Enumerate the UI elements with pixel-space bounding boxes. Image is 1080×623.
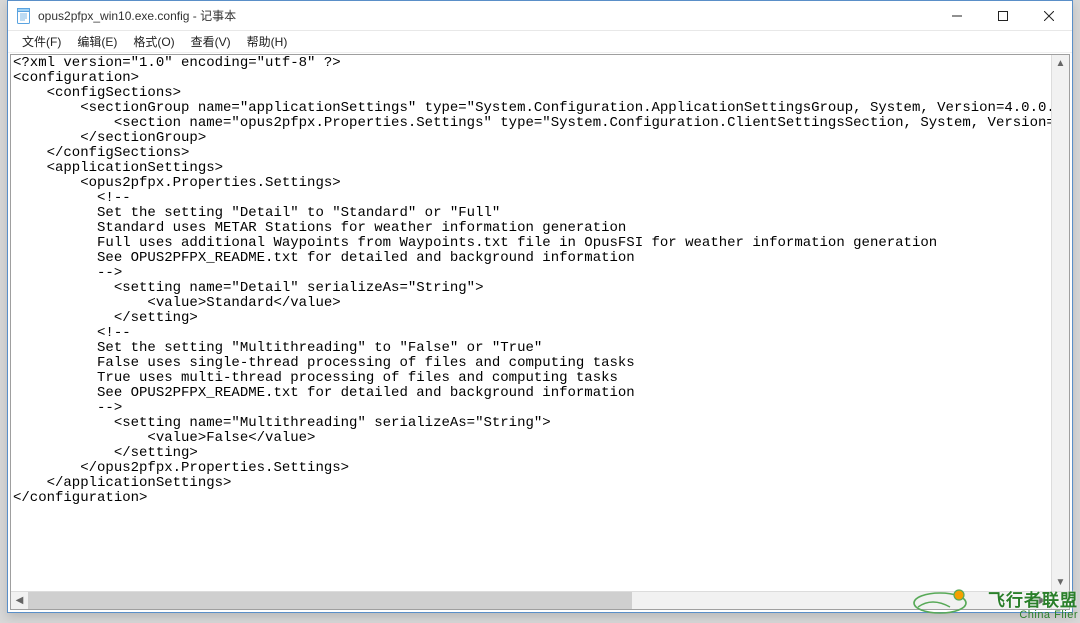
scroll-up-icon[interactable]: ▲: [1052, 55, 1069, 72]
notepad-window: opus2pfpx_win10.exe.config - 记事本 文件(F) 编…: [7, 0, 1073, 613]
vertical-scrollbar[interactable]: ▲ ▼: [1051, 55, 1069, 591]
hscroll-track[interactable]: [28, 592, 1034, 609]
hscroll-thumb[interactable]: [28, 592, 632, 609]
close-button[interactable]: [1026, 1, 1072, 30]
titlebar[interactable]: opus2pfpx_win10.exe.config - 记事本: [8, 1, 1072, 31]
menu-file[interactable]: 文件(F): [14, 31, 69, 52]
menu-help[interactable]: 帮助(H): [239, 31, 296, 52]
window-title: opus2pfpx_win10.exe.config - 记事本: [38, 7, 236, 24]
scroll-left-icon[interactable]: ◀: [11, 592, 28, 609]
menubar: 文件(F) 编辑(E) 格式(O) 查看(V) 帮助(H): [8, 31, 1072, 53]
menu-view[interactable]: 查看(V): [183, 31, 239, 52]
scroll-right-icon[interactable]: ▶: [1034, 592, 1051, 609]
scroll-corner: [1051, 591, 1069, 609]
minimize-button[interactable]: [934, 1, 980, 30]
editor-frame: <?xml version="1.0" encoding="utf-8" ?> …: [10, 54, 1070, 610]
menu-edit[interactable]: 编辑(E): [69, 31, 125, 52]
notepad-icon: [16, 8, 32, 24]
vscroll-track[interactable]: [1052, 72, 1069, 574]
maximize-button[interactable]: [980, 1, 1026, 30]
horizontal-scrollbar[interactable]: ◀ ▶: [11, 591, 1051, 609]
window-controls: [934, 1, 1072, 30]
text-area[interactable]: <?xml version="1.0" encoding="utf-8" ?> …: [11, 55, 1069, 591]
scroll-down-icon[interactable]: ▼: [1052, 574, 1069, 591]
menu-format[interactable]: 格式(O): [125, 31, 182, 52]
